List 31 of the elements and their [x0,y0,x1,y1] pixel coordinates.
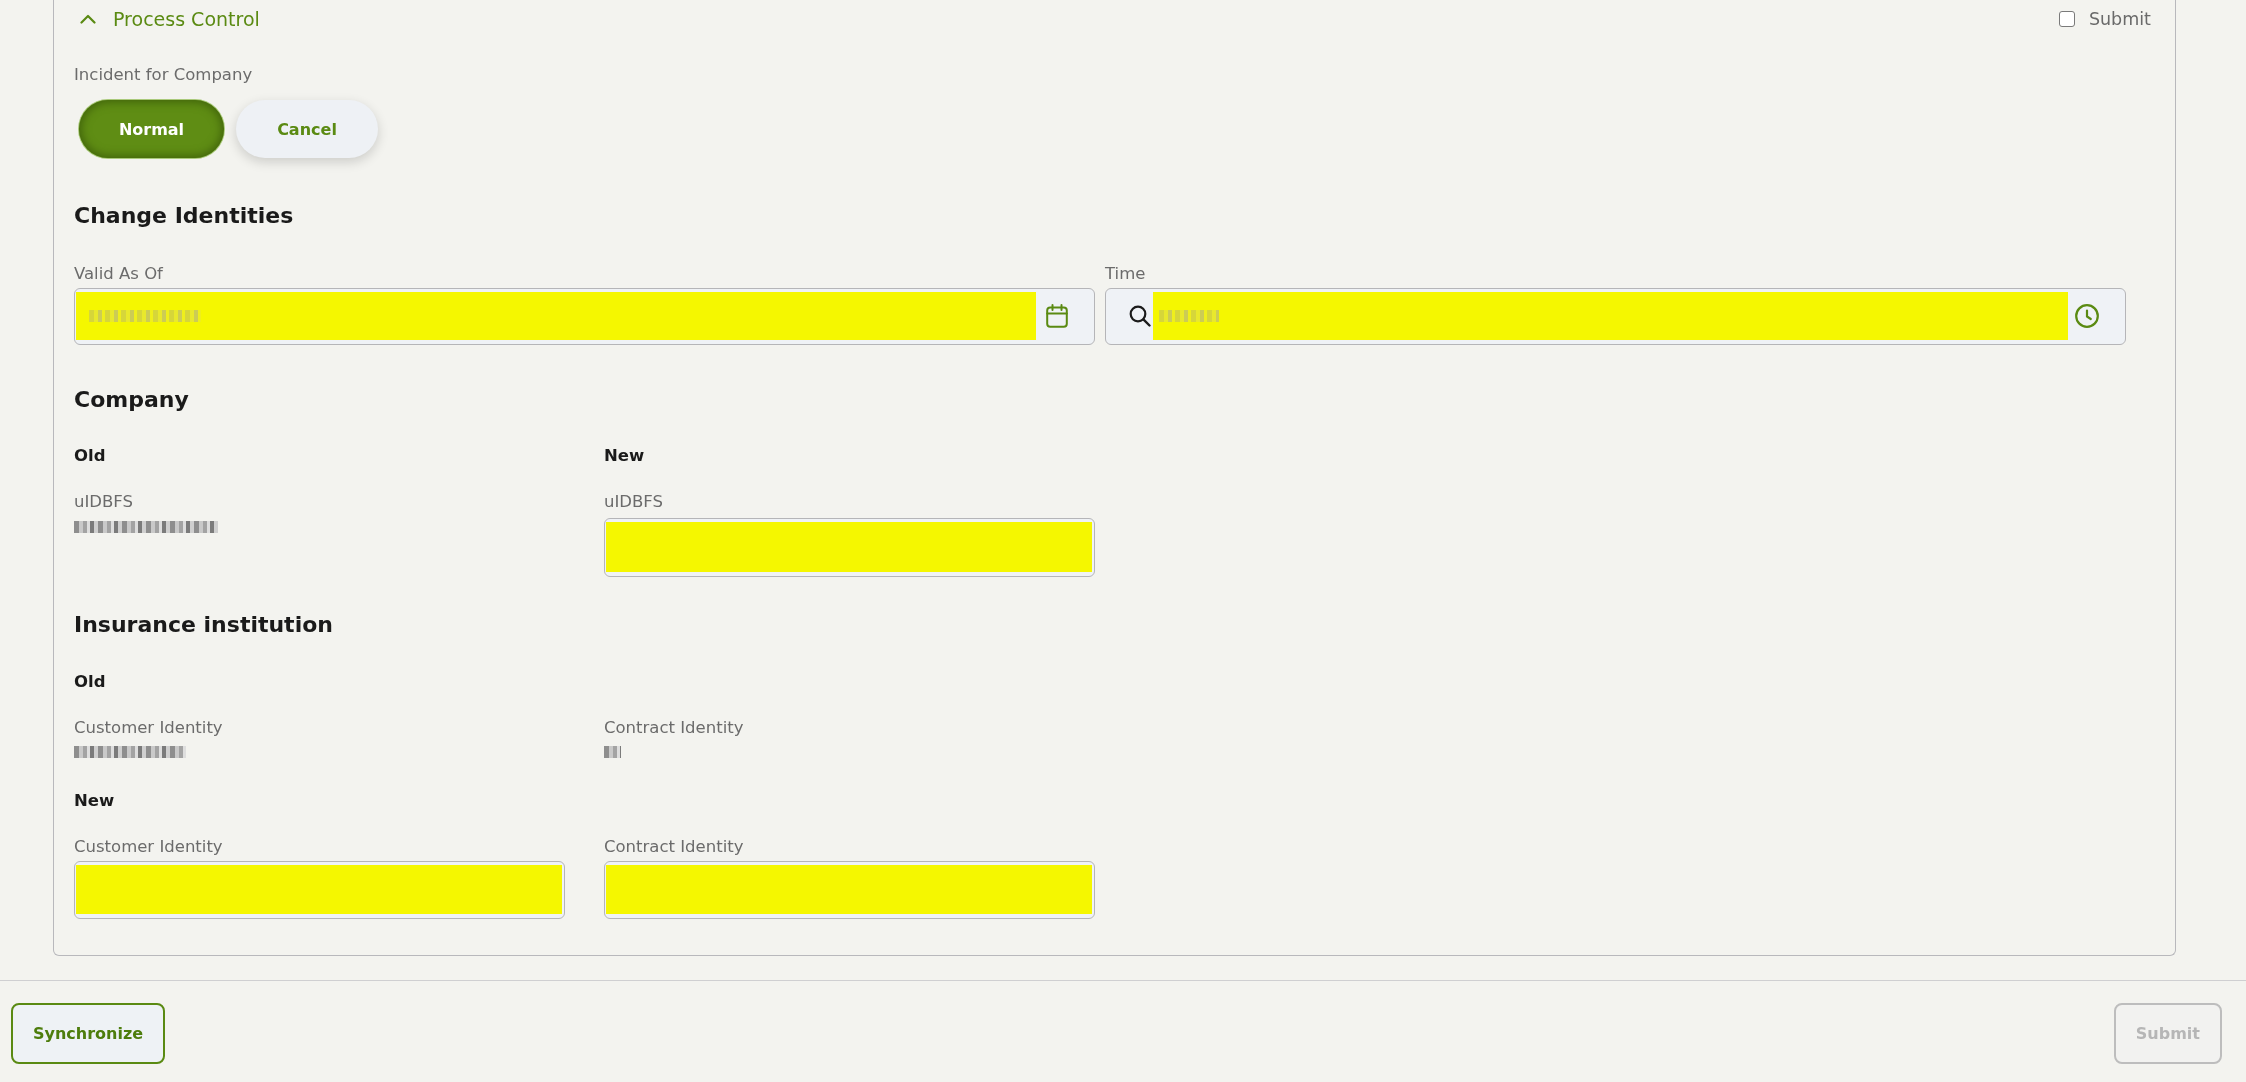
field-label: uIDBFS [74,492,134,512]
input-field[interactable] [604,861,1095,919]
field-label: Contract Identity [604,718,744,738]
checkbox[interactable] [2058,11,2075,27]
field-label: Customer Identity [74,718,223,738]
checkbox-label[interactable]: Submit [2088,9,2151,29]
field-label: Valid As Of [74,264,163,284]
time-field[interactable] [1105,288,2126,345]
field-label: Customer Identity [74,837,223,857]
group-title: New [74,790,115,812]
field-label: Incident for Company [74,65,253,85]
section-title: Company [74,386,189,414]
field-label: Time [1105,264,1146,284]
input-field[interactable] [604,518,1095,577]
date-field[interactable] [74,288,1095,345]
clock-icon [2075,304,2099,328]
input-field[interactable] [74,861,565,919]
section-title: Insurance institution [74,611,333,639]
option-button[interactable]: Cancel [236,100,378,158]
group-title: Old [74,671,106,693]
group-title: New [604,445,645,467]
calendar-icon [1046,304,1068,328]
field-label: Contract Identity [604,837,744,857]
accordion-header[interactable]: Process Control [80,8,260,30]
search-icon [1129,305,1151,327]
group-title: Old [74,445,106,467]
action-button[interactable]: Synchronize [11,1003,166,1064]
option-button[interactable]: Normal [79,100,224,158]
chevron-up-icon [80,14,96,24]
section-title: Change Identities [74,202,294,230]
field-label: uIDBFS [604,492,664,512]
